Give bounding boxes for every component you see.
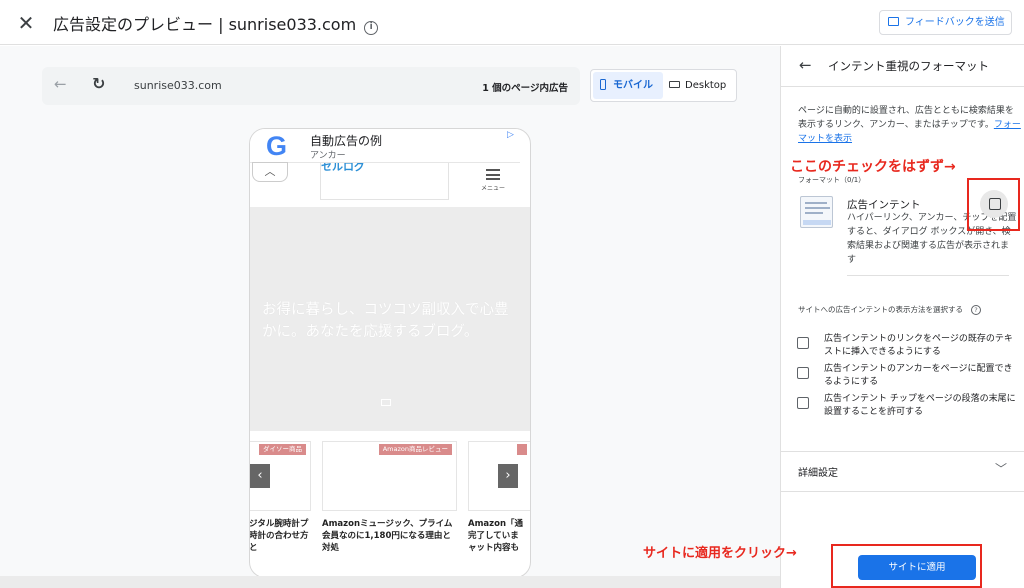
desktop-button[interactable]: Desktop bbox=[669, 72, 735, 99]
card-caption[interactable]: ジタル腕時計プ 時計の合わせ方と bbox=[250, 518, 315, 554]
chevron-up-icon: ︿ bbox=[264, 165, 276, 178]
ad-subtitle: アンカー bbox=[310, 151, 346, 161]
option-label: 広告インテント チップをページの段落の末尾に設置することを許可する bbox=[824, 394, 1016, 417]
url-text: sunrise033.com bbox=[134, 79, 222, 92]
highlight-box bbox=[967, 178, 1020, 231]
panel-header: ← インテント重視のフォーマット bbox=[781, 46, 1024, 87]
adchoices-icon[interactable]: ▷ bbox=[507, 130, 514, 140]
site-header: セルログ メニュー bbox=[250, 160, 530, 207]
back-arrow-icon[interactable]: ← bbox=[799, 56, 812, 74]
description-text: ページに自動的に設置され、広告とともに検索結果を表示するリンク、アンカー、または… bbox=[798, 106, 1014, 130]
menu-label: メニュー bbox=[481, 185, 506, 192]
mail-icon bbox=[381, 399, 391, 406]
collapse-anchor-button[interactable]: ︿ bbox=[252, 162, 288, 182]
anchor-ad-banner[interactable]: G 自動広告の例 アンカー ▷ bbox=[250, 129, 520, 163]
format-name: 広告インテント bbox=[847, 199, 921, 211]
option-checkbox[interactable] bbox=[797, 367, 809, 379]
close-icon[interactable]: ✕ bbox=[14, 11, 38, 35]
option-checkbox[interactable] bbox=[797, 397, 809, 409]
uncheck-annotation: ここのチェックをはずず→ bbox=[790, 159, 956, 175]
advanced-settings-label[interactable]: 詳細設定 bbox=[798, 464, 838, 479]
help-icon[interactable]: ? bbox=[971, 305, 981, 315]
article-carousel: ダイソー商品 ジタル腕時計プ 時計の合わせ方と Amazon商品レビュー Ama… bbox=[250, 441, 530, 561]
device-toggle: モバイル Desktop bbox=[590, 69, 737, 102]
phone-icon bbox=[600, 79, 606, 90]
highlight-box bbox=[831, 544, 982, 588]
divider bbox=[781, 451, 1024, 452]
feedback-button[interactable]: フィードバックを送信 bbox=[879, 10, 1012, 35]
carousel-next-button[interactable]: › bbox=[498, 464, 518, 488]
site-logo: セルログ bbox=[320, 160, 449, 200]
back-arrow-icon[interactable]: ← bbox=[54, 75, 67, 93]
feedback-icon bbox=[888, 17, 899, 26]
option-label: 広告インテントのリンクをページの既存のテキストに挿入できるようにする bbox=[824, 334, 1013, 357]
preview-url-bar: ← ↻ sunrise033.com 1 個のページ内広告 bbox=[42, 67, 580, 105]
ad-intent-illustration-icon bbox=[800, 196, 833, 228]
desktop-label: Desktop bbox=[685, 80, 727, 91]
divider bbox=[781, 491, 1024, 492]
card-tag: Amazon商品レビュー bbox=[378, 444, 452, 455]
google-logo-icon: G bbox=[266, 131, 288, 161]
settings-panel: ← インテント重視のフォーマット ページに自動的に設置され、広告とともに検索結果… bbox=[780, 46, 1024, 588]
carousel-dots bbox=[350, 567, 430, 573]
chevron-down-icon[interactable]: ﹀ bbox=[995, 460, 1007, 477]
horizontal-scrollbar[interactable] bbox=[0, 576, 780, 588]
card-tag bbox=[517, 444, 527, 455]
carousel-prev-button[interactable]: ‹ bbox=[250, 464, 270, 488]
hamburger-icon[interactable] bbox=[486, 169, 500, 180]
page-title-text: 広告設定のプレビュー | sunrise033.com bbox=[53, 15, 357, 34]
apply-annotation: サイトに適用をクリック→ bbox=[643, 546, 797, 561]
feedback-label: フィードバックを送信 bbox=[905, 17, 1005, 28]
option-checkbox[interactable] bbox=[797, 337, 809, 349]
mobile-label: モバイル bbox=[613, 80, 653, 91]
mobile-button[interactable]: モバイル bbox=[593, 72, 663, 99]
ad-title: 自動広告の例 bbox=[310, 134, 383, 148]
hero-text: お得に暮らし、コツコツ副収入で心豊かに。あなたを応援するブログ。 bbox=[262, 302, 509, 340]
top-bar: ✕ 広告設定のプレビュー | sunrise033.com i フィードバックを送… bbox=[0, 0, 1024, 45]
hero-image: お得に暮らし、コツコツ副収入で心豊かに。あなたを応援するブログ。 bbox=[250, 207, 530, 431]
display-method-label: サイトへの広告インテントの表示方法を選択する? bbox=[798, 304, 981, 315]
chevron-right-icon: › bbox=[505, 468, 511, 483]
panel-title: インテント重視のフォーマット bbox=[828, 59, 989, 73]
card-caption[interactable]: Amazon「通 完了していま ャット内容も bbox=[468, 518, 528, 554]
panel-description: ページに自動的に設置され、広告とともに検索結果を表示するリンク、アンカー、または… bbox=[798, 104, 1022, 146]
card-tag: ダイソー商品 bbox=[259, 444, 306, 455]
info-icon[interactable]: i bbox=[364, 21, 379, 35]
option-label: 広告インテントのアンカーをページに配置できるようにする bbox=[824, 364, 1013, 387]
chevron-left-icon: ‹ bbox=[257, 468, 263, 483]
ad-count: 1 個のページ内広告 bbox=[482, 83, 568, 94]
format-count: フォーマット（0/1） bbox=[798, 176, 866, 184]
divider bbox=[847, 275, 1009, 276]
monitor-icon bbox=[669, 81, 680, 88]
article-card[interactable]: Amazon商品レビュー bbox=[322, 441, 457, 511]
page-title: 広告設定のプレビュー | sunrise033.com i bbox=[53, 11, 379, 35]
reload-icon[interactable]: ↻ bbox=[92, 74, 105, 93]
display-method-text: サイトへの広告インテントの表示方法を選択する bbox=[798, 305, 963, 314]
preview-area: ← ↻ sunrise033.com 1 個のページ内広告 モバイル Deskt… bbox=[0, 46, 780, 588]
card-caption[interactable]: Amazonミュージック、プライム会員なのに1,180円になる理由と対処 bbox=[322, 518, 457, 554]
phone-preview: セルログ メニュー G 自動広告の例 アンカー ▷ ︿ お得に暮らし、コツコツ副… bbox=[249, 128, 531, 578]
